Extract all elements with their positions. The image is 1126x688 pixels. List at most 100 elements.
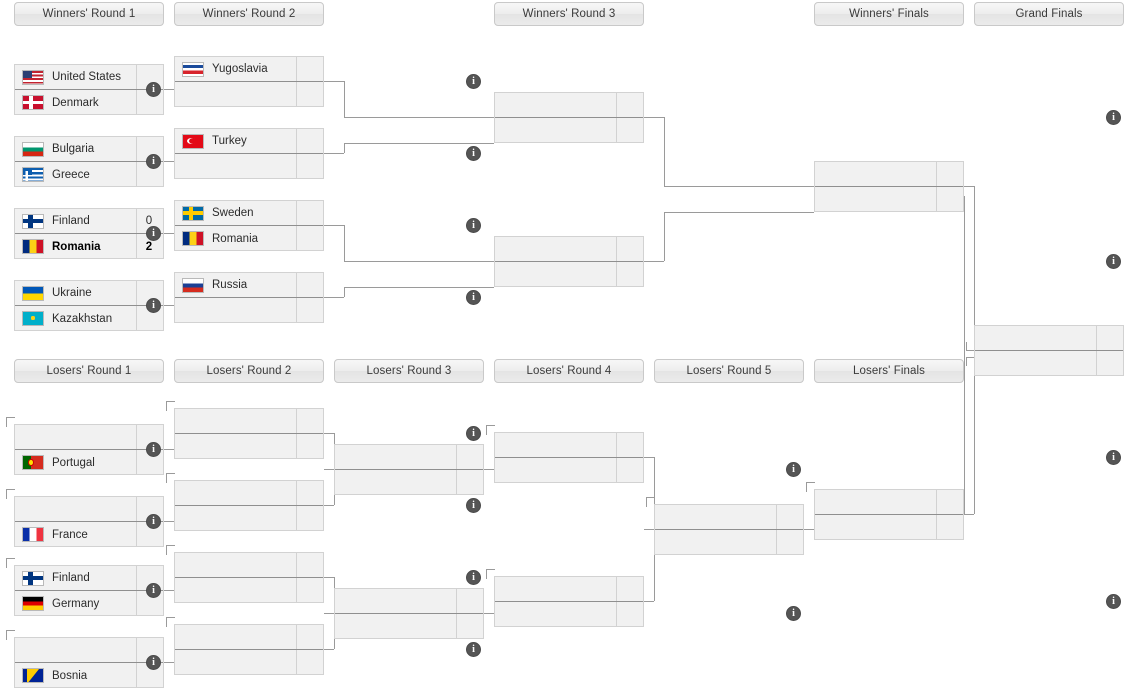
info-icon[interactable]: i <box>146 82 161 97</box>
match-winners-r3-2[interactable]: i <box>494 236 1121 287</box>
match-losers-r2-3[interactable]: i <box>174 552 481 603</box>
round-header-losers-finals[interactable]: Losers' Finals <box>814 359 964 383</box>
match-winners-r2-4[interactable]: Russia i <box>174 272 481 323</box>
round-header-losers-round-2[interactable]: Losers' Round 2 <box>174 359 324 383</box>
match-slot-bottom[interactable]: Kazakhstan <box>15 306 163 331</box>
match-slot-top[interactable] <box>495 433 643 458</box>
info-icon[interactable]: i <box>146 655 161 670</box>
info-icon[interactable]: i <box>786 606 801 621</box>
round-header-losers-round-4[interactable]: Losers' Round 4 <box>494 359 644 383</box>
match-slot-top[interactable] <box>335 589 483 614</box>
match-slot-top[interactable] <box>495 237 643 262</box>
info-icon[interactable]: i <box>146 226 161 241</box>
info-icon[interactable]: i <box>466 146 481 161</box>
round-header-losers-round-1[interactable]: Losers' Round 1 <box>14 359 164 383</box>
round-header-losers-round-5[interactable]: Losers' Round 5 <box>654 359 804 383</box>
info-icon[interactable]: i <box>466 426 481 441</box>
match-slot-top[interactable]: Bulgaria <box>15 137 163 162</box>
match-slot-bottom[interactable] <box>175 650 323 675</box>
match-winners-r2-2[interactable]: Turkey i <box>174 128 481 179</box>
match-slot-bottom[interactable] <box>495 458 643 483</box>
info-icon[interactable]: i <box>1106 450 1121 465</box>
match-losers-r2-2[interactable]: i <box>174 480 481 531</box>
match-losers-r1-4[interactable]: Bosnia i <box>14 637 164 688</box>
match-slot-top[interactable] <box>15 497 163 522</box>
match-winners-r2-3[interactable]: Sweden Romania i <box>174 200 481 251</box>
info-icon[interactable]: i <box>466 498 481 513</box>
match-winners-r3-1[interactable]: i <box>494 92 1121 143</box>
match-slot-top[interactable]: Russia <box>175 273 323 298</box>
round-header-winners-round-2[interactable]: Winners' Round 2 <box>174 2 324 26</box>
match-slot-bottom[interactable] <box>175 434 323 459</box>
match-losers-r1-1[interactable]: Portugal i <box>14 424 164 475</box>
match-losers-r5-1[interactable]: i <box>654 504 804 555</box>
match-slot-bottom[interactable] <box>335 614 483 639</box>
match-slot-bottom[interactable]: Romania 2 <box>15 234 163 259</box>
match-slot-bottom[interactable]: Greece <box>15 162 163 187</box>
match-slot-top[interactable] <box>495 93 643 118</box>
match-slot-top[interactable] <box>815 162 963 187</box>
match-slot-bottom[interactable]: Portugal <box>15 450 163 475</box>
match-slot-top[interactable]: Ukraine <box>15 281 163 306</box>
match-slot-top[interactable] <box>655 505 803 530</box>
match-slot-bottom[interactable] <box>495 602 643 627</box>
info-icon[interactable]: i <box>146 583 161 598</box>
match-grand-finals[interactable]: i <box>974 325 1124 376</box>
match-winners-r1-4[interactable]: Ukraine Kazakhstan i <box>14 280 164 331</box>
match-slot-bottom[interactable] <box>175 154 323 179</box>
match-slot-bottom[interactable] <box>815 187 963 212</box>
match-slot-bottom[interactable]: Bosnia <box>15 663 163 688</box>
info-icon[interactable]: i <box>786 462 801 477</box>
match-slot-bottom[interactable] <box>495 118 643 143</box>
match-slot-top[interactable]: Turkey <box>175 129 323 154</box>
match-slot-top[interactable]: Yugoslavia <box>175 57 323 82</box>
match-slot-bottom[interactable] <box>175 578 323 603</box>
info-icon[interactable]: i <box>1106 110 1121 125</box>
match-slot-bottom[interactable]: Denmark <box>15 90 163 115</box>
round-header-grand-finals[interactable]: Grand Finals <box>974 2 1124 26</box>
match-slot-top[interactable] <box>175 481 323 506</box>
match-slot-bottom[interactable]: Romania <box>175 226 323 251</box>
match-slot-top[interactable] <box>175 409 323 434</box>
match-losers-r3-1[interactable]: i <box>334 444 801 495</box>
match-slot-top[interactable]: Finland <box>15 566 163 591</box>
match-slot-bottom[interactable] <box>495 262 643 287</box>
match-losers-r4-1[interactable]: i <box>494 432 1121 483</box>
match-winners-r1-3[interactable]: Finland 0 Romania 2 i <box>14 208 164 259</box>
match-losers-r1-2[interactable]: France i <box>14 496 164 547</box>
match-slot-bottom[interactable] <box>335 470 483 495</box>
match-slot-top[interactable] <box>975 326 1123 351</box>
info-icon[interactable]: i <box>466 642 481 657</box>
match-slot-top[interactable] <box>175 625 323 650</box>
match-slot-top[interactable] <box>495 577 643 602</box>
match-slot-bottom[interactable] <box>975 351 1123 376</box>
info-icon[interactable]: i <box>146 442 161 457</box>
info-icon[interactable]: i <box>466 74 481 89</box>
round-header-winners-round-1[interactable]: Winners' Round 1 <box>14 2 164 26</box>
match-slot-bottom[interactable]: France <box>15 522 163 547</box>
info-icon[interactable]: i <box>466 218 481 233</box>
info-icon[interactable]: i <box>1106 254 1121 269</box>
match-slot-bottom[interactable]: Germany <box>15 591 163 616</box>
info-icon[interactable]: i <box>1106 594 1121 609</box>
match-losers-r2-4[interactable]: i <box>174 624 481 675</box>
info-icon[interactable]: i <box>146 298 161 313</box>
match-losers-finals[interactable]: i <box>814 489 964 540</box>
info-icon[interactable]: i <box>146 154 161 169</box>
match-slot-bottom[interactable] <box>175 298 323 323</box>
match-losers-r4-2[interactable]: i <box>494 576 1121 627</box>
match-slot-top[interactable] <box>175 553 323 578</box>
info-icon[interactable]: i <box>466 290 481 305</box>
match-slot-top[interactable]: Finland 0 <box>15 209 163 234</box>
info-icon[interactable]: i <box>146 514 161 529</box>
match-losers-r1-3[interactable]: Finland Germany i <box>14 565 164 616</box>
match-slot-bottom[interactable] <box>175 506 323 531</box>
match-winners-r1-2[interactable]: Bulgaria Greece i <box>14 136 164 187</box>
match-winners-r2-1[interactable]: Yugoslavia i <box>174 56 481 107</box>
round-header-winners-round-3[interactable]: Winners' Round 3 <box>494 2 644 26</box>
match-losers-r3-2[interactable]: i <box>334 588 801 639</box>
match-winners-r1-1[interactable]: United States Denmark i <box>14 64 164 115</box>
match-slot-top[interactable] <box>15 638 163 663</box>
match-slot-bottom[interactable] <box>815 515 963 540</box>
round-header-winners-finals[interactable]: Winners' Finals <box>814 2 964 26</box>
